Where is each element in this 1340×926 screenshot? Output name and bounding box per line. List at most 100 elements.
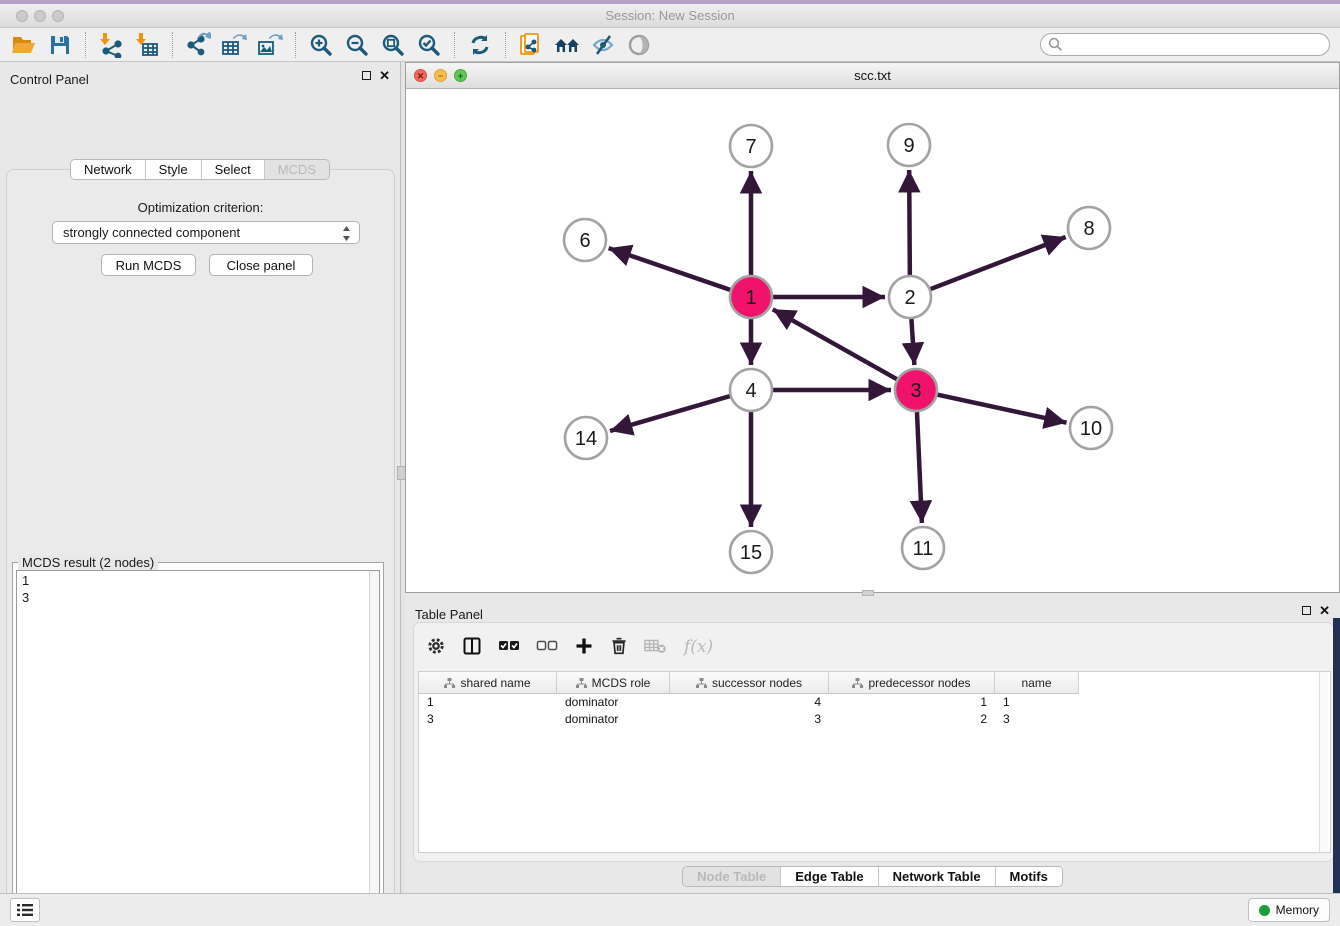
export-table-icon[interactable] bbox=[216, 30, 252, 60]
close-panel-button[interactable]: Close panel bbox=[209, 254, 313, 276]
table-cell[interactable]: 3 bbox=[670, 711, 829, 728]
mcds-result-scrollbar[interactable] bbox=[369, 570, 380, 926]
graph-node-label-2: 2 bbox=[904, 287, 915, 309]
graph-node-label-3: 3 bbox=[910, 380, 921, 402]
optimization-criterion-value: strongly connected component bbox=[63, 225, 240, 240]
tab-network[interactable]: Network bbox=[71, 160, 145, 179]
table-cell[interactable]: 1 bbox=[419, 694, 557, 711]
save-session-icon[interactable] bbox=[42, 30, 78, 60]
graph-edge-3-1[interactable] bbox=[773, 309, 897, 379]
zoom-fit-icon[interactable] bbox=[375, 30, 411, 60]
graph-node-label-10: 10 bbox=[1080, 418, 1102, 440]
refresh-view-icon[interactable] bbox=[462, 30, 498, 60]
window-titlebar: Session: New Session bbox=[0, 4, 1340, 28]
import-network-icon[interactable] bbox=[93, 30, 129, 60]
graph-node-label-1: 1 bbox=[745, 287, 756, 309]
column-type-icon bbox=[852, 678, 863, 688]
zoom-out-icon[interactable] bbox=[339, 30, 375, 60]
zoom-selected-icon[interactable] bbox=[411, 30, 447, 60]
close-panel-icon[interactable]: ✕ bbox=[379, 71, 390, 80]
horizontal-splitter-grip[interactable] bbox=[862, 590, 874, 596]
column-header-MCDS-role[interactable]: MCDS role bbox=[557, 672, 670, 694]
table-cell[interactable]: 3 bbox=[419, 711, 557, 728]
tab-edge-table[interactable]: Edge Table bbox=[780, 867, 877, 886]
run-mcds-button[interactable]: Run MCDS bbox=[101, 254, 196, 276]
control-panel: Control Panel ✕ Optimization criterion: … bbox=[0, 62, 401, 893]
graph-node-label-4: 4 bbox=[745, 380, 756, 402]
graph-edge-3-11[interactable] bbox=[917, 412, 922, 523]
column-header-shared-name[interactable]: shared name bbox=[419, 672, 557, 694]
column-type-icon bbox=[576, 678, 587, 688]
settings-icon[interactable] bbox=[426, 636, 446, 659]
graph-node-label-11: 11 bbox=[913, 538, 934, 560]
table-cell[interactable]: 1 bbox=[829, 694, 995, 711]
graph-edge-2-8[interactable] bbox=[931, 237, 1066, 289]
table-cell[interactable]: 2 bbox=[829, 711, 995, 728]
table-tabs: Node TableEdge TableNetwork TableMotifs bbox=[405, 866, 1340, 887]
search-input[interactable] bbox=[1040, 33, 1330, 56]
network-canvas[interactable]: 7968124314101511 bbox=[406, 89, 1339, 592]
export-network-icon[interactable] bbox=[180, 30, 216, 60]
optimization-criterion-label: Optimization criterion: bbox=[7, 200, 394, 215]
table-cell[interactable]: 3 bbox=[995, 711, 1079, 728]
tab-mcds[interactable]: MCDS bbox=[264, 160, 329, 179]
desktop-edge-strip bbox=[1333, 618, 1340, 893]
tab-motifs[interactable]: Motifs bbox=[995, 867, 1062, 886]
add-column-icon[interactable] bbox=[574, 636, 594, 659]
mcds-result-text[interactable]: 1 3 bbox=[16, 570, 369, 926]
tab-select[interactable]: Select bbox=[201, 160, 264, 179]
search-field bbox=[1040, 33, 1330, 56]
destroy-table-icon bbox=[644, 637, 668, 658]
float-table-panel-icon[interactable] bbox=[1302, 606, 1311, 615]
control-panel-title: Control Panel bbox=[10, 72, 89, 87]
table-scrollbar[interactable] bbox=[1319, 672, 1328, 852]
export-image-icon[interactable] bbox=[252, 30, 288, 60]
table-cell[interactable]: 1 bbox=[995, 694, 1079, 711]
column-header-successor-nodes[interactable]: successor nodes bbox=[670, 672, 829, 694]
toolbar-separator bbox=[85, 32, 86, 58]
column-header-label: predecessor nodes bbox=[868, 676, 970, 690]
column-header-label: shared name bbox=[460, 676, 530, 690]
table-cell[interactable]: dominator bbox=[557, 694, 670, 711]
column-header-predecessor-nodes[interactable]: predecessor nodes bbox=[829, 672, 995, 694]
network-window-titlebar: ✕ − + scc.txt bbox=[406, 63, 1339, 89]
network-graph: 7968124314101511 bbox=[406, 89, 1339, 592]
deselect-all-columns-icon[interactable] bbox=[536, 638, 558, 657]
delete-columns-icon[interactable] bbox=[610, 636, 628, 659]
zoom-in-icon[interactable] bbox=[303, 30, 339, 60]
graph-edge-4-14[interactable] bbox=[610, 396, 730, 431]
float-panel-icon[interactable] bbox=[362, 71, 371, 80]
task-history-button[interactable] bbox=[10, 898, 40, 922]
select-all-columns-icon[interactable] bbox=[498, 638, 520, 657]
close-table-panel-icon[interactable]: ✕ bbox=[1319, 606, 1330, 615]
graph-edge-1-6[interactable] bbox=[609, 248, 731, 290]
column-type-icon bbox=[444, 678, 455, 688]
tab-network-table[interactable]: Network Table bbox=[878, 867, 995, 886]
open-file-icon[interactable] bbox=[6, 30, 42, 60]
control-panel-tabs: NetworkStyleSelectMCDS bbox=[0, 159, 400, 180]
tab-node-table[interactable]: Node Table bbox=[683, 867, 780, 886]
show-hide-graphics-details-icon[interactable] bbox=[585, 30, 621, 60]
toolbar-separator bbox=[454, 32, 455, 58]
table-cell[interactable]: 4 bbox=[670, 694, 829, 711]
table-panel: Table Panel ✕ bbox=[405, 597, 1340, 893]
graph-edge-3-10[interactable] bbox=[937, 395, 1066, 423]
tab-style[interactable]: Style bbox=[145, 160, 201, 179]
table-panel-chrome: f(x) shared nameMCDS rolesuccessor nodes… bbox=[413, 622, 1334, 862]
import-table-icon[interactable] bbox=[129, 30, 165, 60]
search-icon bbox=[1048, 37, 1063, 52]
graph-edge-2-3[interactable] bbox=[911, 319, 914, 365]
column-header-name[interactable]: name bbox=[995, 672, 1079, 694]
column-header-label: name bbox=[1021, 676, 1051, 690]
graph-node-label-9: 9 bbox=[903, 135, 914, 157]
node-table[interactable]: shared name MCDS rolesuccessor nodes prede… bbox=[418, 671, 1331, 853]
optimization-criterion-select[interactable]: strongly connected component bbox=[52, 221, 360, 244]
memory-button[interactable]: Memory bbox=[1248, 898, 1330, 922]
first-neighbors-icon[interactable] bbox=[549, 30, 585, 60]
toolbar-separator bbox=[172, 32, 173, 58]
mcds-result-title: MCDS result (2 nodes) bbox=[18, 555, 158, 570]
column-layout-icon[interactable] bbox=[462, 636, 482, 659]
clone-network-icon[interactable] bbox=[513, 30, 549, 60]
graph-edge-2-9[interactable] bbox=[909, 170, 910, 275]
table-cell[interactable]: dominator bbox=[557, 711, 670, 728]
